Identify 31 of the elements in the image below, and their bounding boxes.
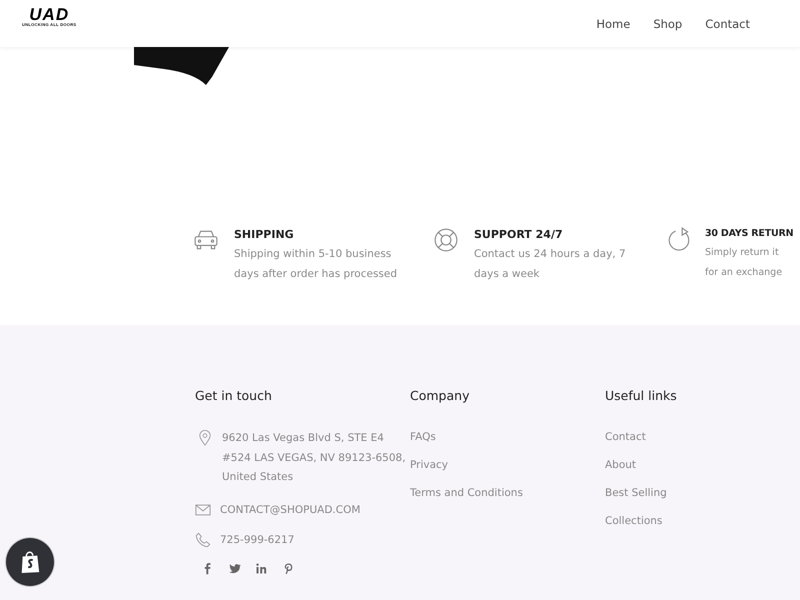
logo[interactable]: UAD bbox=[29, 6, 70, 23]
envelope-icon bbox=[195, 502, 211, 518]
footer-link[interactable]: Collections bbox=[605, 513, 800, 530]
feature-description: Contact us 24 hours a day, 7 days a week bbox=[474, 247, 627, 282]
footer-heading: Get in touch bbox=[195, 388, 273, 403]
nav-link[interactable]: Contact bbox=[705, 16, 750, 30]
feature-description: Shipping within 5-10 business days after order has processed bbox=[234, 247, 398, 282]
lifebuoy-icon bbox=[433, 227, 459, 253]
nav-link[interactable]: Shop bbox=[653, 16, 682, 30]
feature-title: SUPPORT 24/7 bbox=[474, 228, 564, 241]
location-pin-icon bbox=[197, 430, 213, 446]
footer-link[interactable]: Privacy bbox=[410, 457, 605, 474]
address-text: 9620 Las Vegas Blvd S, STE E4 #524 LAS VEGAS, NV 89123-6508, United States bbox=[222, 431, 407, 485]
footer-link[interactable]: Best Selling bbox=[605, 485, 800, 502]
feature-title: SHIPPING bbox=[234, 228, 295, 241]
phone-number: 725-999-6217 bbox=[220, 534, 294, 546]
feature-description: Simply return it for an exchange bbox=[705, 246, 784, 280]
footer-link[interactable]: FAQs bbox=[410, 429, 605, 446]
twitter-bird-icon[interactable] bbox=[228, 562, 241, 574]
email-link[interactable]: CONTACT@SHOPUAD.COM bbox=[220, 504, 360, 516]
phone-icon bbox=[195, 532, 211, 548]
nav-link[interactable]: Home bbox=[596, 16, 630, 30]
shopping-bag-icon bbox=[19, 550, 41, 574]
feature-title: 30 DAYS RETURN bbox=[705, 228, 794, 239]
pinterest-icon[interactable] bbox=[282, 562, 295, 574]
footer-heading: Useful links bbox=[605, 388, 678, 403]
footer-heading: Company bbox=[410, 388, 470, 403]
footer-link[interactable]: Contact bbox=[605, 429, 800, 446]
footer-link[interactable]: Terms and Conditions bbox=[410, 485, 605, 502]
footer-link[interactable]: About bbox=[605, 457, 800, 474]
linkedin-icon[interactable] bbox=[255, 562, 268, 574]
